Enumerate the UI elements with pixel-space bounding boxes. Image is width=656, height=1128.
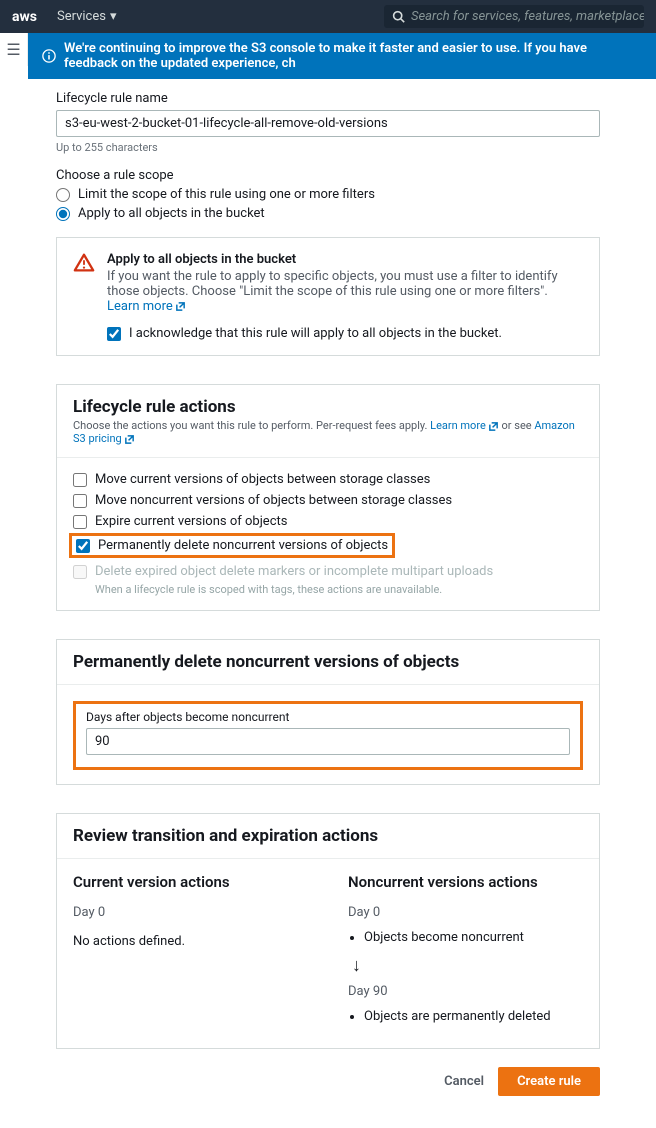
create-rule-button[interactable]: Create rule (498, 1067, 600, 1096)
external-link-icon (488, 419, 499, 432)
action-check-1[interactable] (73, 494, 87, 508)
action-checkbox-row[interactable]: Expire current versions of objects (73, 514, 583, 529)
global-search[interactable]: Search for services, features, marketpla… (384, 5, 644, 28)
external-link-icon (175, 299, 186, 314)
noncurrent-day90: Day 90 (348, 984, 583, 999)
actions-learn-more-link[interactable]: Learn more (430, 419, 499, 432)
search-placeholder: Search for services, features, marketpla… (411, 9, 644, 24)
scope-radio-all-input[interactable] (56, 207, 70, 221)
scope-label: Choose a rule scope (56, 168, 600, 183)
search-icon (392, 9, 405, 24)
days-input[interactable] (86, 728, 570, 755)
warning-body-text: If you want the rule to apply to specifi… (107, 269, 558, 299)
warning-box: Apply to all objects in the bucket If yo… (56, 237, 600, 356)
scope-radio-all[interactable]: Apply to all objects in the bucket (56, 206, 600, 221)
action-label-1: Move noncurrent versions of objects betw… (95, 493, 452, 508)
topbar: aws Services ▾ Search for services, feat… (0, 0, 656, 33)
current-title: Current version actions (73, 873, 308, 891)
warning-icon (73, 252, 95, 274)
ack-row[interactable]: I acknowledge that this rule will apply … (107, 326, 583, 341)
actions-title: Lifecycle rule actions (73, 397, 583, 417)
services-menu[interactable]: Services ▾ (57, 9, 117, 24)
action-label-3: Permanently delete noncurrent versions o… (98, 538, 388, 553)
noncurrent-title: Noncurrent versions actions (348, 873, 583, 891)
scope-radio-limit-input[interactable] (56, 188, 70, 202)
perm-delete-title: Permanently delete noncurrent versions o… (73, 652, 583, 672)
noncurrent-event90: Objects are permanently deleted (364, 1009, 583, 1024)
noncurrent-event0: Objects become noncurrent (364, 930, 583, 945)
rule-name-label: Lifecycle rule name (56, 91, 600, 106)
main-form: Lifecycle rule name Up to 255 characters… (0, 91, 656, 1128)
sidebar-toggle[interactable]: ☰ (0, 33, 28, 66)
subbar: ☰ We're continuing to improve the S3 con… (0, 33, 656, 79)
action-checkbox-row-disabled: Delete expired object delete markers or … (73, 564, 583, 579)
action-label-4: Delete expired object delete markers or … (95, 564, 493, 579)
warning-body: If you want the rule to apply to specifi… (107, 269, 583, 314)
scope-radio-limit[interactable]: Limit the scope of this rule using one o… (56, 187, 600, 202)
action-checkbox-row[interactable]: Move current versions of objects between… (73, 472, 583, 487)
aws-logo[interactable]: aws (12, 9, 37, 25)
chevron-down-icon: ▾ (110, 9, 117, 24)
form-footer: Cancel Create rule (56, 1067, 600, 1096)
scope-radio-all-label: Apply to all objects in the bucket (78, 206, 265, 221)
info-icon (42, 49, 56, 64)
noncurrent-version-col: Noncurrent versions actions Day 0 Object… (348, 873, 583, 1034)
lifecycle-actions-panel: Lifecycle rule actions Choose the action… (56, 384, 600, 611)
learn-more-link[interactable]: Learn more (107, 299, 186, 314)
services-label: Services (57, 9, 106, 24)
action-checkbox-row[interactable]: Move noncurrent versions of objects betw… (73, 493, 583, 508)
current-day0: Day 0 (73, 905, 308, 920)
action-check-2[interactable] (73, 515, 87, 529)
noncurrent-day0: Day 0 (348, 905, 583, 920)
review-title: Review transition and expiration actions (73, 826, 583, 846)
current-none: No actions defined. (73, 934, 308, 949)
info-banner: We're continuing to improve the S3 conso… (28, 33, 656, 79)
days-label: Days after objects become noncurrent (86, 710, 570, 724)
action-check-0[interactable] (73, 473, 87, 487)
rule-name-input[interactable] (56, 110, 600, 137)
disabled-hint: When a lifecycle rule is scoped with tag… (95, 583, 583, 596)
warning-title: Apply to all objects in the bucket (107, 252, 583, 267)
action-check-4 (73, 565, 87, 579)
actions-sub: Choose the actions you want this rule to… (73, 419, 583, 445)
highlighted-action: Permanently delete noncurrent versions o… (69, 533, 395, 558)
cancel-button[interactable]: Cancel (444, 1074, 484, 1089)
ack-label: I acknowledge that this rule will apply … (129, 326, 502, 341)
current-version-col: Current version actions Day 0 No actions… (73, 873, 308, 1034)
review-panel: Review transition and expiration actions… (56, 813, 600, 1049)
rule-name-hint: Up to 255 characters (56, 141, 600, 154)
action-checkbox-row[interactable]: Permanently delete noncurrent versions o… (76, 538, 388, 553)
action-label-0: Move current versions of objects between… (95, 472, 430, 487)
arrow-down-icon: ↓ (352, 955, 583, 976)
scope-radio-limit-label: Limit the scope of this rule using one o… (78, 187, 375, 202)
action-check-3[interactable] (76, 539, 90, 553)
highlighted-input-box: Days after objects become noncurrent (73, 701, 583, 770)
external-link-icon (124, 432, 135, 445)
banner-text: We're continuing to improve the S3 conso… (64, 41, 642, 71)
action-label-2: Expire current versions of objects (95, 514, 287, 529)
perm-delete-panel: Permanently delete noncurrent versions o… (56, 639, 600, 785)
ack-checkbox[interactable] (107, 327, 121, 341)
